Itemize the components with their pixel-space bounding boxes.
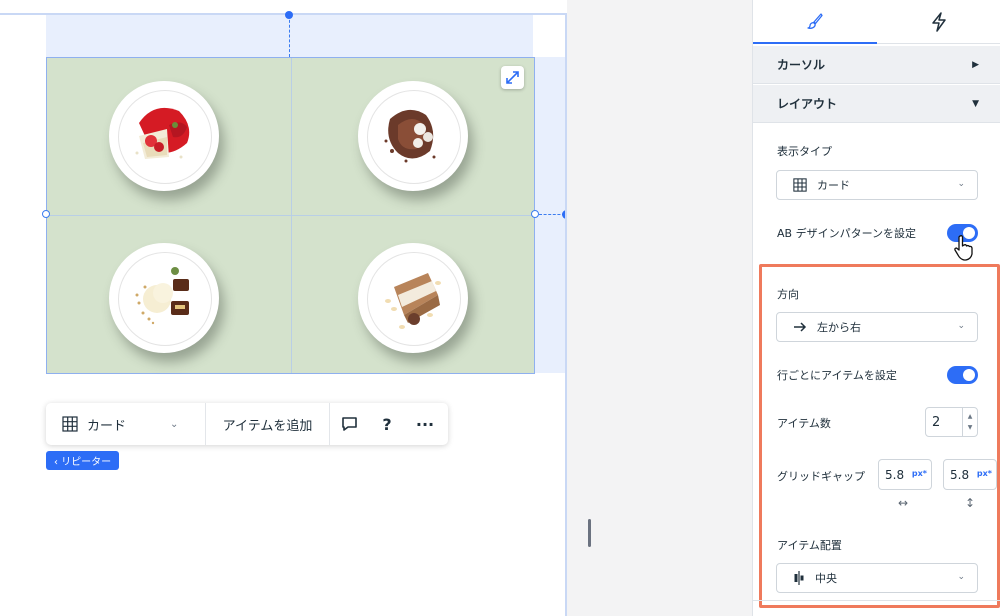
editor-canvas[interactable]: カード ⌄ アイテムを追加 ? ··· ‹ リピーター <box>0 0 571 616</box>
repeater-breadcrumb-tag[interactable]: ‹ リピーター <box>46 451 120 470</box>
item-count-label: アイテム数 <box>777 417 831 430</box>
section-cursor-label: カーソル <box>777 58 826 72</box>
chevron-down-icon: ⌄ <box>957 179 965 189</box>
comment-button[interactable] <box>330 403 368 445</box>
arrow-right-icon <box>794 322 807 332</box>
repeater-item-image[interactable] <box>109 243 219 353</box>
top-spacing-handle[interactable] <box>285 11 293 19</box>
chevron-down-icon: ⌄ <box>957 321 965 331</box>
section-layout-label: レイアウト <box>777 97 838 111</box>
vertical-arrows-icon: ↕ <box>965 496 976 510</box>
expand-icon <box>506 71 519 84</box>
ab-pattern-label: AB デザインパターンを設定 <box>777 227 917 240</box>
layered-cake-image <box>385 273 441 329</box>
vertical-gap-input[interactable]: 5.8 px* <box>943 459 997 490</box>
item-count-stepper[interactable]: 2 ▲ ▼ <box>925 407 978 437</box>
display-type-dropdown[interactable]: カード ⌄ <box>776 170 978 200</box>
vertical-gap-value: 5.8 <box>950 467 970 482</box>
comment-icon <box>341 417 357 431</box>
direction-label: 方向 <box>777 288 799 301</box>
resize-handle-right[interactable] <box>531 210 539 218</box>
paintbrush-icon <box>807 13 823 29</box>
lightning-icon <box>932 12 946 32</box>
cream-crumble-dessert-image <box>135 267 189 325</box>
grid-icon <box>62 416 78 432</box>
triangle-right-icon: ▶ <box>972 59 979 70</box>
grid-icon <box>793 178 807 192</box>
horizontal-arrows-icon: ↔ <box>898 496 909 510</box>
panel-bottom-divider <box>753 600 1000 616</box>
repeater-item-image[interactable] <box>358 243 468 353</box>
help-button[interactable]: ? <box>368 403 406 445</box>
inspector-tabs <box>753 0 1000 44</box>
stepper-down-icon[interactable]: ▼ <box>968 422 973 433</box>
items-per-row-label: 行ごとにアイテムを設定 <box>777 369 897 382</box>
strawberry-dessert-image <box>135 107 190 159</box>
items-per-row-toggle[interactable] <box>947 366 978 384</box>
repeater-item-image[interactable] <box>358 81 468 191</box>
stepper-arrows[interactable]: ▲ ▼ <box>962 408 977 436</box>
item-alignment-dropdown[interactable]: 中央 ⌄ <box>776 563 978 593</box>
item-alignment-label: アイテム配置 <box>777 539 842 552</box>
vertical-gap-unit[interactable]: px* <box>977 469 992 478</box>
chevron-down-icon: ⌄ <box>170 418 179 430</box>
chocolate-dessert-image <box>384 109 436 163</box>
grid-gap-label: グリッドギャップ <box>777 470 865 483</box>
chevron-down-icon: ⌄ <box>957 572 965 582</box>
top-spacing-guide <box>289 15 290 57</box>
layout-dropdown-label: カード <box>87 418 127 434</box>
repeater-row-divider <box>47 215 534 216</box>
tab-interactions[interactable] <box>877 0 1000 44</box>
display-type-label: 表示タイプ <box>777 145 832 158</box>
hand-cursor-icon <box>954 235 973 261</box>
add-item-button[interactable]: アイテムを追加 <box>206 403 330 445</box>
stepper-up-icon[interactable]: ▲ <box>968 411 973 422</box>
item-alignment-value: 中央 <box>815 572 837 585</box>
section-layout[interactable]: レイアウト ▼ <box>753 85 1000 123</box>
repeater-item-image[interactable] <box>109 81 219 191</box>
stretch-button[interactable] <box>501 66 524 89</box>
display-type-value: カード <box>817 179 850 192</box>
inspector-panel: カーソル ▶ レイアウト ▼ 表示タイプ カード ⌄ AB デザインパターンを設… <box>752 0 1000 616</box>
horizontal-gap-unit[interactable]: px* <box>912 469 927 478</box>
horizontal-gap-input[interactable]: 5.8 px* <box>878 459 932 490</box>
editor-window: カード ⌄ アイテムを追加 ? ··· ‹ リピーター カーソル ▶ レイアウト… <box>0 0 1000 616</box>
tab-design[interactable] <box>753 0 877 44</box>
direction-value: 左から右 <box>817 321 861 334</box>
panel-resize-handle[interactable] <box>588 519 591 547</box>
canvas-gutter <box>567 0 752 616</box>
section-cursor[interactable]: カーソル ▶ <box>753 46 1000 84</box>
more-actions-button[interactable]: ··· <box>406 403 444 445</box>
direction-dropdown[interactable]: 左から右 ⌄ <box>776 312 978 342</box>
item-count-value: 2 <box>932 414 941 430</box>
triangle-down-icon: ▼ <box>972 98 979 109</box>
align-center-icon <box>794 571 804 585</box>
resize-handle-left[interactable] <box>42 210 50 218</box>
selection-padding-right <box>535 57 565 373</box>
layout-dropdown[interactable]: カード ⌄ <box>46 403 206 445</box>
repeater-floating-toolbar: カード ⌄ アイテムを追加 ? ··· <box>46 403 448 445</box>
horizontal-gap-value: 5.8 <box>885 467 905 482</box>
